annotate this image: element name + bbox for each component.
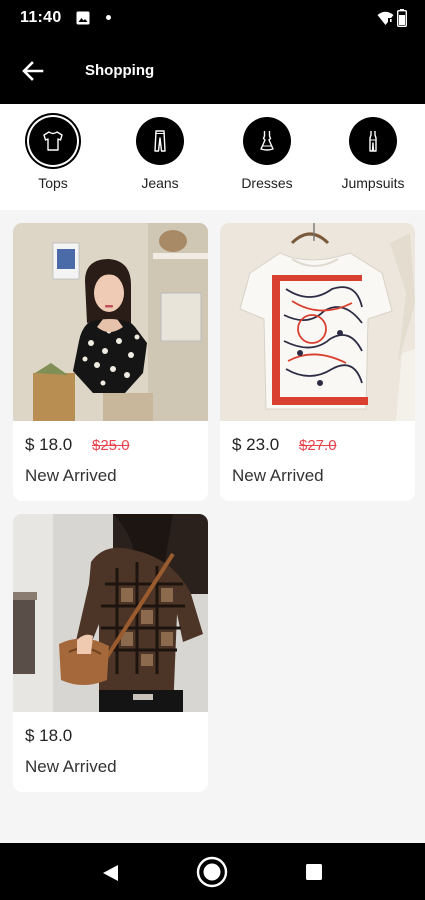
status-bar: 11:40: [0, 0, 425, 38]
nav-back-icon[interactable]: [99, 862, 121, 884]
app-bar: Shopping: [0, 38, 425, 104]
product-price: $ 18.0: [25, 726, 73, 745]
category-icon-circle: [29, 117, 77, 165]
back-arrow-icon[interactable]: [18, 56, 48, 86]
product-old-price: $27.0: [299, 437, 337, 454]
category-icon-circle: [136, 117, 184, 165]
category-icon-circle: [243, 117, 291, 165]
product-old-price: $25.0: [92, 437, 130, 454]
product-grid: $ 18.0 $25.0 New Arrived $ 23.0 $27.0 Ne…: [0, 210, 425, 843]
category-label: Jeans: [141, 175, 179, 191]
dress-icon: [260, 131, 274, 151]
product-image: [13, 223, 208, 421]
tshirt-icon: [43, 131, 63, 151]
category-tabs: Tops Jeans Dresses Jumpsuits: [0, 104, 425, 210]
category-tab-tops[interactable]: Tops: [3, 104, 103, 210]
category-label: Dresses: [241, 175, 293, 191]
category-label: Tops: [38, 175, 68, 191]
category-tab-jumpsuits[interactable]: Jumpsuits: [323, 104, 423, 210]
product-tag: New Arrived: [232, 466, 324, 485]
product-tag: New Arrived: [25, 757, 117, 776]
product-price: $ 23.0: [232, 435, 280, 454]
jumpsuit-icon: [369, 131, 377, 152]
wifi-icon: [377, 11, 394, 25]
image-notification-icon: [76, 11, 90, 25]
notification-dot-icon: [106, 15, 111, 20]
product-card[interactable]: $ 18.0 New Arrived: [13, 514, 208, 792]
battery-icon: [397, 9, 407, 27]
system-navigation-bar: [0, 843, 425, 900]
product-card[interactable]: $ 23.0 $27.0 New Arrived: [220, 223, 415, 501]
product-image: [13, 514, 208, 712]
category-label: Jumpsuits: [341, 175, 405, 191]
product-price: $ 18.0: [25, 435, 73, 454]
category-tab-jeans[interactable]: Jeans: [110, 104, 210, 210]
nav-home-icon[interactable]: [196, 856, 228, 888]
category-tab-dresses[interactable]: Dresses: [217, 104, 317, 210]
product-image: [220, 223, 415, 421]
page-title: Shopping: [85, 62, 155, 79]
status-time: 11:40: [20, 9, 62, 26]
product-tag: New Arrived: [25, 466, 117, 485]
category-icon-circle: [349, 117, 397, 165]
product-card[interactable]: $ 18.0 $25.0 New Arrived: [13, 223, 208, 501]
jeans-icon: [154, 130, 166, 152]
nav-recents-icon[interactable]: [305, 863, 323, 881]
